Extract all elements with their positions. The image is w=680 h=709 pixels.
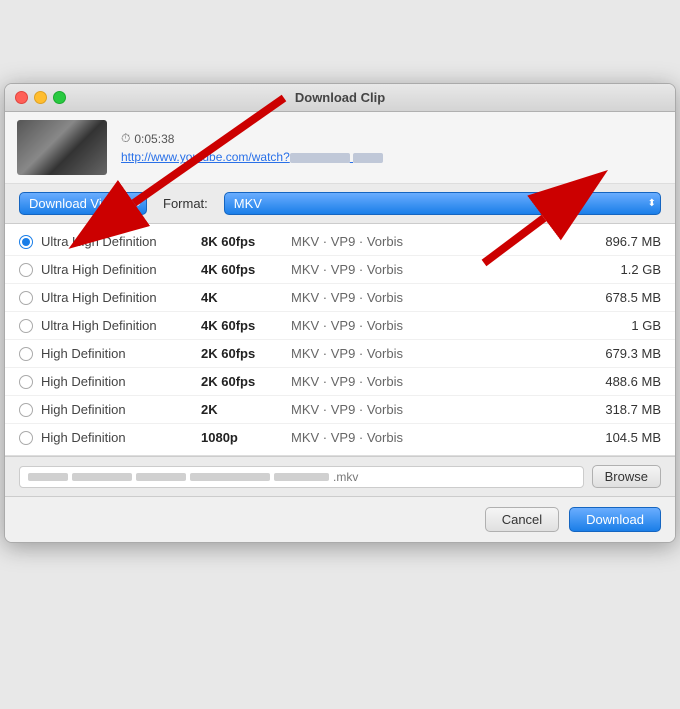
resolution-codec: MKV · VP9 · Vorbis (291, 346, 581, 361)
resolution-fps: 2K (201, 402, 291, 417)
resolution-fps: 2K 60fps (201, 346, 291, 361)
controls-bar: Download Video Download Audio ⬍ Format: … (5, 184, 675, 224)
radio-button[interactable] (19, 319, 33, 333)
resolution-fps: 4K 60fps (201, 262, 291, 277)
resolution-size: 679.3 MB (581, 346, 661, 361)
resolution-row[interactable]: Ultra High Definition4K 60fpsMKV · VP9 ·… (5, 312, 675, 340)
download-type-select[interactable]: Download Video Download Audio (19, 192, 147, 215)
resolution-row[interactable]: Ultra High Definition4K 60fpsMKV · VP9 ·… (5, 256, 675, 284)
resolution-row[interactable]: High Definition2K 60fpsMKV · VP9 · Vorbi… (5, 340, 675, 368)
resolution-size: 1.2 GB (581, 262, 661, 277)
resolution-row[interactable]: Ultra High Definition8K 60fpsMKV · VP9 ·… (5, 228, 675, 256)
resolution-row[interactable]: High Definition2K 60fpsMKV · VP9 · Vorbi… (5, 368, 675, 396)
resolution-codec: MKV · VP9 · Vorbis (291, 430, 581, 445)
resolution-fps: 2K 60fps (201, 374, 291, 389)
radio-button[interactable] (19, 403, 33, 417)
format-select[interactable]: MKV MP4 MOV AVI (224, 192, 661, 215)
resolution-quality: Ultra High Definition (41, 290, 201, 305)
resolution-fps: 8K 60fps (201, 234, 291, 249)
resolution-size: 488.6 MB (581, 374, 661, 389)
resolution-size: 1 GB (581, 318, 661, 333)
resolution-quality: Ultra High Definition (41, 318, 201, 333)
resolution-quality: High Definition (41, 430, 201, 445)
radio-button[interactable] (19, 263, 33, 277)
window-title: Download Clip (295, 90, 385, 105)
radio-button[interactable] (19, 235, 33, 249)
window-controls (15, 91, 66, 104)
radio-button[interactable] (19, 431, 33, 445)
resolution-size: 678.5 MB (581, 290, 661, 305)
resolution-quality: High Definition (41, 346, 201, 361)
resolution-fps: 1080p (201, 430, 291, 445)
filepath-ext: .mkv (333, 470, 358, 484)
titlebar: Download Clip (5, 84, 675, 112)
path-blur-2 (72, 473, 132, 481)
resolution-codec: MKV · VP9 · Vorbis (291, 374, 581, 389)
resolution-row[interactable]: Ultra High Definition4KMKV · VP9 · Vorbi… (5, 284, 675, 312)
filepath-bar: .mkv Browse (5, 456, 675, 497)
radio-button[interactable] (19, 375, 33, 389)
resolution-size: 318.7 MB (581, 402, 661, 417)
resolution-fps: 4K (201, 290, 291, 305)
video-thumbnail (17, 120, 107, 175)
close-button[interactable] (15, 91, 28, 104)
main-window: Download Clip ⏱ 0:05:38 http://www.youtu… (4, 83, 676, 543)
download-type-wrapper: Download Video Download Audio ⬍ (19, 192, 147, 215)
format-select-wrapper: MKV MP4 MOV AVI ⬍ (224, 192, 661, 215)
cancel-button[interactable]: Cancel (485, 507, 559, 532)
resolution-size: 896.7 MB (581, 234, 661, 249)
radio-button[interactable] (19, 291, 33, 305)
path-blur-1 (28, 473, 68, 481)
resolution-fps: 4K 60fps (201, 318, 291, 333)
download-button[interactable]: Download (569, 507, 661, 532)
resolution-quality: Ultra High Definition (41, 234, 201, 249)
path-blur-4 (190, 473, 270, 481)
resolution-codec: MKV · VP9 · Vorbis (291, 402, 581, 417)
action-bar: Cancel Download (5, 497, 675, 542)
url-blur-1 (290, 153, 350, 163)
minimize-button[interactable] (34, 91, 47, 104)
video-duration: ⏱ 0:05:38 (121, 131, 383, 146)
resolution-row[interactable]: High Definition1080pMKV · VP9 · Vorbis10… (5, 424, 675, 451)
resolution-row[interactable]: High Definition2KMKV · VP9 · Vorbis318.7… (5, 396, 675, 424)
radio-button[interactable] (19, 347, 33, 361)
resolution-codec: MKV · VP9 · Vorbis (291, 262, 581, 277)
resolution-size: 104.5 MB (581, 430, 661, 445)
filepath-display: .mkv (19, 466, 584, 488)
maximize-button[interactable] (53, 91, 66, 104)
clock-icon: ⏱ (121, 131, 130, 146)
resolution-quality: Ultra High Definition (41, 262, 201, 277)
video-meta: ⏱ 0:05:38 http://www.youtube.com/watch? (121, 131, 383, 164)
path-blur-5 (274, 473, 329, 481)
path-blur-3 (136, 473, 186, 481)
browse-button[interactable]: Browse (592, 465, 661, 488)
resolution-quality: High Definition (41, 402, 201, 417)
format-label: Format: (163, 196, 208, 211)
resolution-quality: High Definition (41, 374, 201, 389)
resolution-codec: MKV · VP9 · Vorbis (291, 290, 581, 305)
video-url[interactable]: http://www.youtube.com/watch? (121, 150, 383, 164)
resolution-list: Ultra High Definition8K 60fpsMKV · VP9 ·… (5, 224, 675, 456)
url-blur-2 (353, 153, 383, 163)
info-bar: ⏱ 0:05:38 http://www.youtube.com/watch? (5, 112, 675, 184)
resolution-codec: MKV · VP9 · Vorbis (291, 234, 581, 249)
resolution-codec: MKV · VP9 · Vorbis (291, 318, 581, 333)
